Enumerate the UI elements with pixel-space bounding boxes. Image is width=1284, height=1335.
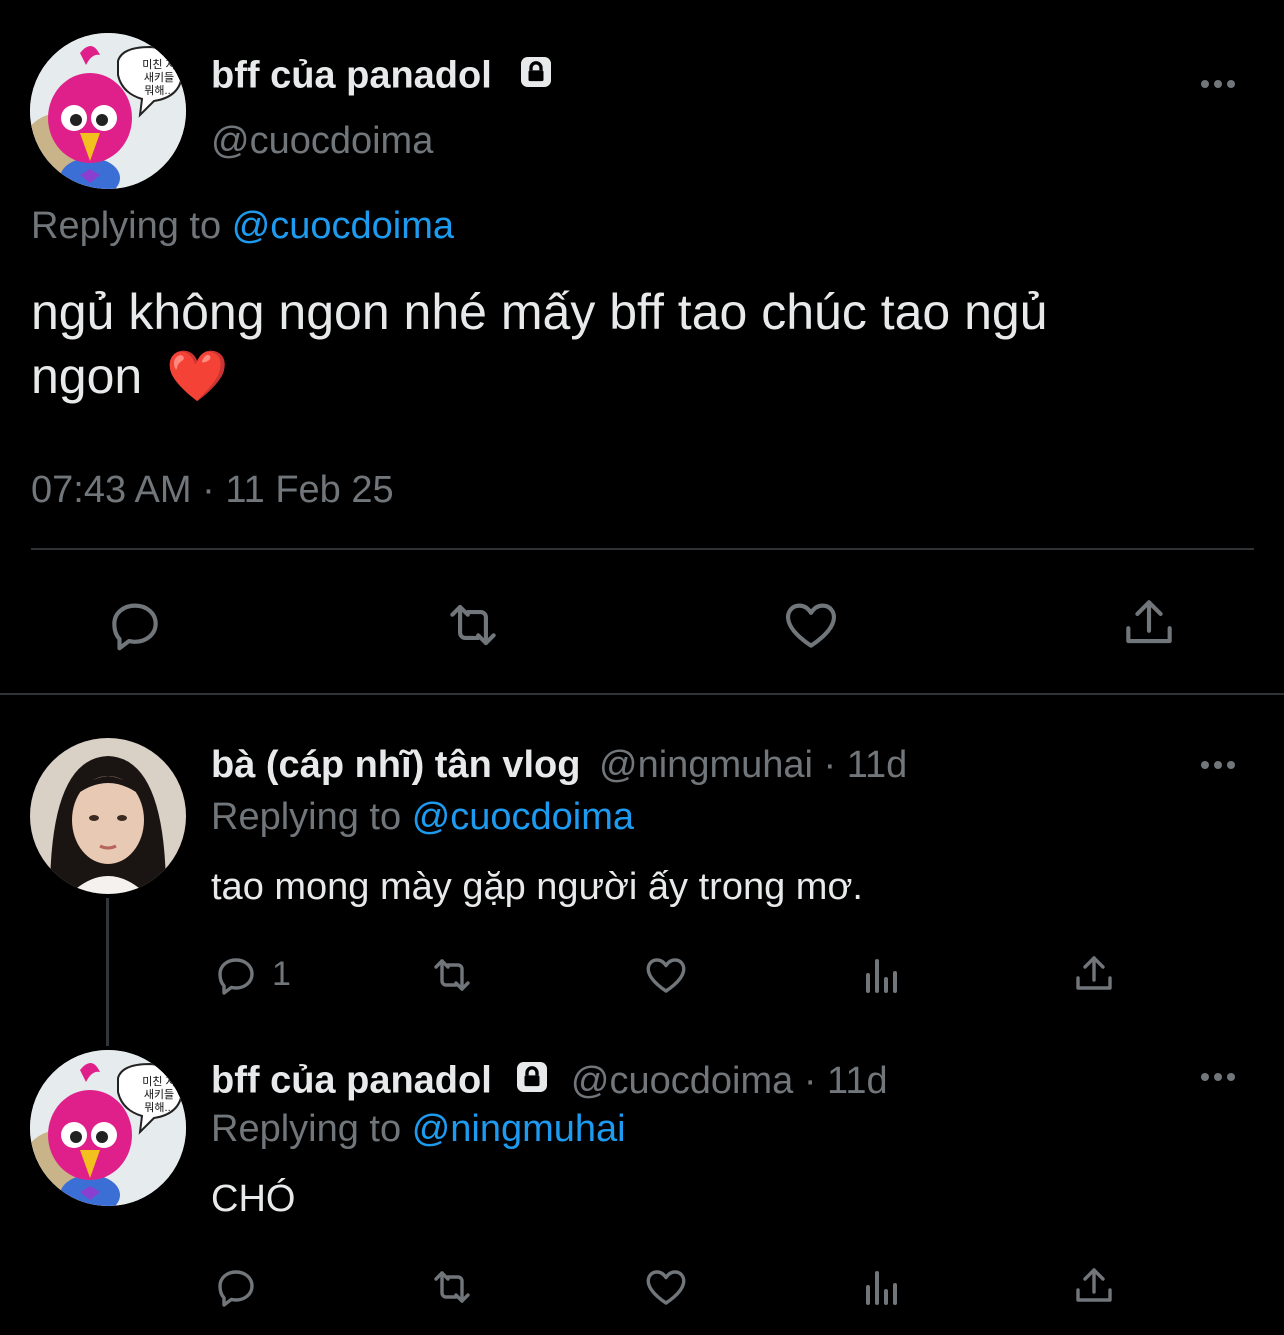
replying-prefix: Replying to xyxy=(31,205,222,247)
tweet-text-line-2-text: ngon xyxy=(31,348,143,404)
replying-handle-link[interactable]: @ningmuhai xyxy=(412,1108,626,1150)
pink-bird-avatar-icon xyxy=(30,1050,186,1206)
main-tweet-replying-to: Replying to @cuocdoima xyxy=(31,203,454,249)
tweet-text-line-2: ngon ❤️ xyxy=(31,344,1048,408)
heart-icon[interactable] xyxy=(780,594,842,656)
reply2-text: CHÓ xyxy=(211,1178,296,1220)
more-icon[interactable] xyxy=(1201,759,1241,771)
retweet-icon[interactable] xyxy=(441,594,505,656)
reply1-text: tao mong mày gặp người ấy trong mơ. xyxy=(211,866,863,908)
divider xyxy=(31,548,1254,550)
reply1-display-name[interactable]: bà (cáp nhĩ) tân vlog xyxy=(211,744,580,786)
main-tweet-text: ngủ không ngon nhé mấy bff tao chúc tao … xyxy=(31,280,1048,408)
avatar-speech-text: 미친 자 새키들 뭐해... xyxy=(142,59,176,97)
share-icon[interactable] xyxy=(1070,1262,1118,1310)
reply2-display-name[interactable]: bff của panadol xyxy=(211,1060,492,1102)
share-icon[interactable] xyxy=(1118,592,1180,654)
reply-icon[interactable] xyxy=(104,594,166,656)
reply1-replying-to: Replying to @cuocdoima xyxy=(211,794,634,840)
reply2-handle-time[interactable]: @cuocdoima · 11d xyxy=(571,1060,888,1102)
lock-icon xyxy=(512,1057,552,1108)
reply1-avatar[interactable] xyxy=(30,738,186,894)
more-icon[interactable] xyxy=(1201,78,1241,90)
display-name-text: bff của panadol xyxy=(211,54,492,97)
more-icon[interactable] xyxy=(1201,1071,1241,1083)
thread-connector-line xyxy=(106,898,109,1046)
reply2-avatar[interactable]: 미친 자 새키들 뭐해... xyxy=(30,1050,186,1206)
replying-prefix: Replying to xyxy=(211,796,402,838)
views-icon[interactable] xyxy=(858,1263,906,1311)
retweet-icon[interactable] xyxy=(424,1263,480,1311)
replying-handle-link[interactable]: @cuocdoima xyxy=(412,796,634,838)
replying-prefix: Replying to xyxy=(211,1108,402,1150)
person-photo-avatar-icon xyxy=(30,738,186,894)
replying-handle-link[interactable]: @cuocdoima xyxy=(232,205,454,247)
reply2-replying-to: Replying to @ningmuhai xyxy=(211,1106,626,1152)
pink-bird-avatar-icon xyxy=(30,33,186,189)
heart-icon[interactable] xyxy=(642,951,690,999)
reply2-header: bff của panadol @cuocdoima · 11d xyxy=(211,1057,888,1108)
lock-icon xyxy=(516,52,556,103)
reply-count: 1 xyxy=(272,955,291,993)
main-tweet-handle[interactable]: @cuocdoima xyxy=(211,118,433,164)
avatar-speech-text: 미친 자 새키들 뭐해... xyxy=(142,1076,176,1114)
reply-icon[interactable] xyxy=(212,951,260,999)
reply1-handle-time[interactable]: @ningmuhai · 11d xyxy=(599,744,907,786)
views-icon[interactable] xyxy=(858,951,906,999)
tweet-text-line-1: ngủ không ngon nhé mấy bff tao chúc tao … xyxy=(31,284,1048,340)
divider xyxy=(0,693,1284,695)
share-icon[interactable] xyxy=(1070,950,1118,998)
main-tweet-avatar[interactable]: 미친 자 새키들 뭐해... xyxy=(30,33,186,189)
reply1-header: bà (cáp nhĩ) tân vlog @ningmuhai · 11d xyxy=(211,742,907,788)
retweet-icon[interactable] xyxy=(424,951,480,999)
red-heart-emoji: ❤️ xyxy=(166,348,229,404)
main-tweet-display-name[interactable]: bff của panadol xyxy=(211,52,556,103)
heart-icon[interactable] xyxy=(642,1263,690,1311)
reply-icon[interactable] xyxy=(212,1263,260,1311)
main-tweet-timestamp[interactable]: 07:43 AM · 11 Feb 25 xyxy=(31,467,394,513)
